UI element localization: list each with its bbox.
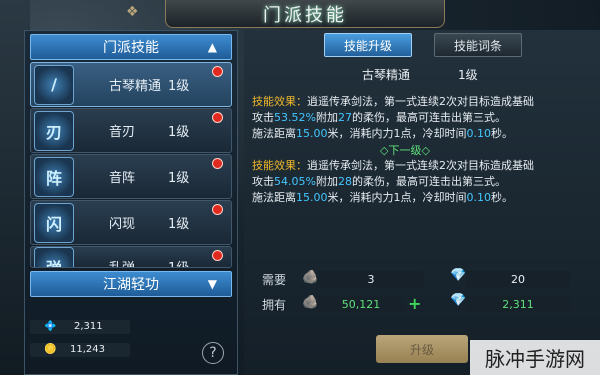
window-title-bar: ❖ 门派技能 <box>126 0 445 28</box>
notification-dot-icon <box>212 204 223 215</box>
notification-dot-icon <box>212 250 223 261</box>
next-level-description: 技能效果：逍遥传承剑法，第一式连续2次对目标造成基础 攻击54.05%附加28的… <box>252 159 534 204</box>
skill-level: 1级 <box>168 217 190 232</box>
currency-1-value: 2,311 <box>74 321 103 332</box>
current-level-description: 技能效果：逍遥传承剑法，第一式连续2次对目标造成基础 攻击53.52%附加27的… <box>252 95 534 140</box>
qinggong-section-header[interactable]: 江湖轻功 ▼ <box>30 271 232 297</box>
detail-skill-name: 古琴精通 <box>362 68 411 82</box>
skill-name: 音刃 <box>109 125 136 140</box>
detail-skill-level: 1级 <box>458 68 478 82</box>
chevron-down-icon[interactable]: ▼ <box>208 277 217 291</box>
have-label: 拥有 <box>262 298 287 312</box>
chevron-up-icon[interactable]: ▲ <box>208 40 217 54</box>
skill-item-yinzhen[interactable]: 阵 音阵 1级 <box>30 154 232 199</box>
add-material-button[interactable]: + <box>408 294 421 313</box>
currency-2: 🪙 11,243 <box>30 343 130 357</box>
skill-level: 1级 <box>168 171 190 186</box>
yinren-skill-icon: 刃 <box>34 110 74 151</box>
yinzhen-skill-icon: 阵 <box>34 156 74 197</box>
skills-section-header[interactable]: 门派技能 ▲ <box>30 34 232 60</box>
skill-level: 1级 <box>168 125 190 140</box>
material-stone-icon: 🪨 <box>302 270 319 285</box>
guqin-skill-icon: ∕ <box>34 64 74 105</box>
skill-name: 音阵 <box>109 171 136 186</box>
tab-skill-affix[interactable]: 技能词条 <box>434 33 522 57</box>
skill-item-shanxian[interactable]: 闪 闪现 1级 <box>30 200 232 245</box>
have-gem-value: 2,311 <box>466 296 570 312</box>
currency-2-value: 11,243 <box>70 344 105 355</box>
skill-item-guqin[interactable]: ∕ 古琴精通 1级 <box>30 62 232 107</box>
help-icon[interactable]: ? <box>202 342 224 364</box>
need-label: 需要 <box>262 273 287 287</box>
need-gem-value: 20 <box>466 271 570 287</box>
notification-dot-icon <box>212 66 223 77</box>
have-material-value: 50,121 <box>318 296 404 312</box>
luantan-skill-icon: 弹 <box>34 247 74 267</box>
skill-name: 闪现 <box>109 217 136 232</box>
skill-item-yinren[interactable]: 刃 音刃 1级 <box>30 108 232 153</box>
next-level-divider: ◇下一级◇ <box>380 144 430 157</box>
watermark-logo: 脉冲手游网 <box>470 340 600 375</box>
material-gem-icon: 💎 <box>450 268 467 283</box>
skills-section-label: 门派技能 <box>103 40 159 56</box>
ornament-icon: ❖ <box>126 4 139 20</box>
skill-item-luantan[interactable]: 弹 乱弹 1级 <box>30 246 232 268</box>
coin-icon: 🪙 <box>44 344 57 355</box>
qinggong-section-label: 江湖轻功 <box>103 277 159 293</box>
need-material-value: 3 <box>318 271 424 287</box>
skill-level: 1级 <box>168 257 189 267</box>
notification-dot-icon <box>212 112 223 123</box>
notification-dot-icon <box>212 158 223 169</box>
material-gem-icon: 💎 <box>450 293 467 308</box>
tab-skill-upgrade[interactable]: 技能升级 <box>324 33 412 57</box>
skill-name: 乱弹 <box>109 257 135 267</box>
skill-name: 古琴精通 <box>109 79 162 94</box>
gem-icon: 💠 <box>44 321 57 332</box>
upgrade-button[interactable]: 升级 <box>376 335 468 363</box>
skill-level: 1级 <box>168 79 190 94</box>
shanxian-skill-icon: 闪 <box>34 202 74 243</box>
material-stone-icon: 🪨 <box>302 295 319 310</box>
window-title: 门派技能 <box>263 4 347 26</box>
currency-1: 💠 2,311 <box>30 320 130 334</box>
